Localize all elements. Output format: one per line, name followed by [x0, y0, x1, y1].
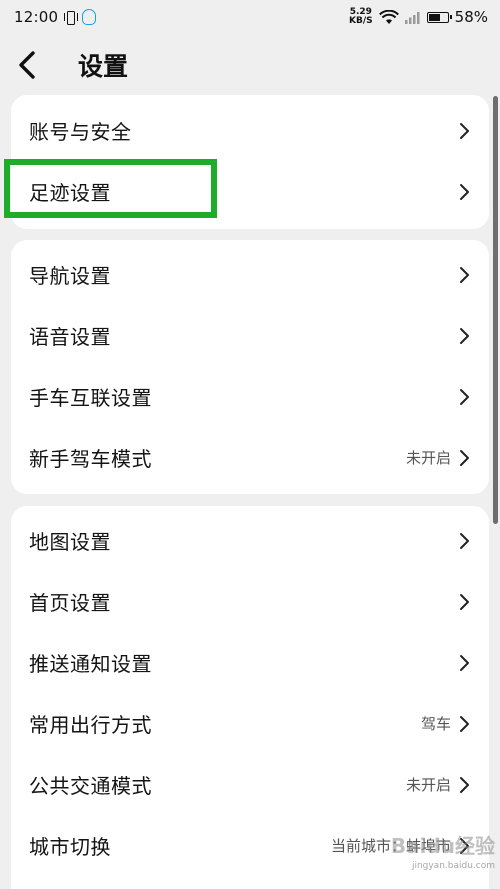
row-right [451, 326, 471, 346]
chevron-right-icon [457, 714, 471, 734]
chevron-right-icon [457, 265, 471, 285]
row-right [451, 531, 471, 551]
row-value: 未开启 [405, 449, 451, 467]
settings-row-map[interactable]: 地图设置 [11, 510, 489, 571]
back-arrow-icon [19, 51, 35, 79]
network-speed: 5.29 KB/S [349, 8, 373, 26]
battery-icon [426, 11, 452, 23]
chevron-right-icon [457, 387, 471, 407]
row-value: 未开启 [405, 776, 451, 794]
cellular-signal-icon [404, 11, 421, 24]
chevron-right-icon [457, 448, 471, 468]
row-label: 足迹设置 [29, 181, 111, 205]
settings-row-travel-mode[interactable]: 常用出行方式 驾车 [11, 693, 489, 754]
chevron-right-icon [457, 182, 471, 202]
settings-group-navigation: 导航设置 语音设置 手车互联设置 新手驾车模式 未开启 [11, 240, 489, 494]
chevron-right-icon [457, 592, 471, 612]
row-label: 城市切换 [29, 835, 111, 859]
settings-row-navigation[interactable]: 导航设置 [11, 244, 489, 305]
row-label: 语音设置 [29, 325, 111, 349]
header: 设置 [0, 34, 500, 96]
status-bar-left: 12:00 [14, 8, 97, 26]
scrollbar[interactable] [493, 96, 498, 524]
settings-row-footprint[interactable]: 足迹设置 [11, 161, 489, 222]
chevron-right-icon [457, 121, 471, 141]
row-right [451, 653, 471, 673]
settings-row-car-connect[interactable]: 手车互联设置 [11, 366, 489, 427]
row-right: 未开启 [406, 447, 471, 468]
row-label: 地图设置 [29, 530, 111, 554]
status-bar: 12:00 5.29 KB/S 58% [0, 0, 500, 34]
row-label: 推送通知设置 [29, 652, 152, 676]
row-label: 手车互联设置 [29, 386, 152, 410]
settings-row-novice-driving[interactable]: 新手驾车模式 未开启 [11, 427, 489, 488]
settings-row-homepage[interactable]: 首页设置 [11, 571, 489, 632]
battery-percent: 58% [454, 8, 488, 26]
settings-row-account-security[interactable]: 账号与安全 [11, 100, 489, 161]
row-value: 驾车 [420, 715, 451, 733]
page-title: 设置 [78, 52, 129, 81]
row-label: 账号与安全 [29, 120, 132, 144]
row-right [451, 265, 471, 285]
wifi-icon [378, 9, 399, 25]
settings-row-voice[interactable]: 语音设置 [11, 305, 489, 366]
back-button[interactable] [16, 34, 68, 96]
watermark-sub: jingyan.baidu.com [411, 861, 495, 871]
chevron-right-icon [457, 326, 471, 346]
row-label: 导航设置 [29, 264, 111, 288]
row-label: 公共交通模式 [29, 774, 152, 798]
row-right [451, 182, 471, 202]
chevron-right-icon [457, 775, 471, 795]
settings-group-account: 账号与安全 足迹设置 [11, 95, 489, 229]
status-time: 12:00 [14, 8, 59, 26]
row-right [451, 387, 471, 407]
settings-row-push-notification[interactable]: 推送通知设置 [11, 632, 489, 693]
qq-notification-icon [82, 9, 97, 25]
vibrate-icon [64, 10, 79, 25]
row-right: 驾车 [421, 713, 471, 734]
network-speed-unit: KB/S [349, 16, 373, 26]
row-right [451, 121, 471, 141]
row-label: 首页设置 [29, 591, 111, 615]
row-right [451, 592, 471, 612]
row-label: 新手驾车模式 [29, 447, 152, 471]
status-bar-right: 5.29 KB/S 58% [349, 8, 488, 27]
watermark-text: Baidu经验 [390, 834, 495, 858]
settings-row-public-transit[interactable]: 公共交通模式 未开启 [11, 754, 489, 815]
row-right: 未开启 [406, 774, 471, 795]
chevron-right-icon [457, 653, 471, 673]
row-label: 常用出行方式 [29, 713, 152, 737]
chevron-right-icon [457, 531, 471, 551]
watermark: Baidu经验 jingyan.baidu.com [390, 830, 495, 885]
